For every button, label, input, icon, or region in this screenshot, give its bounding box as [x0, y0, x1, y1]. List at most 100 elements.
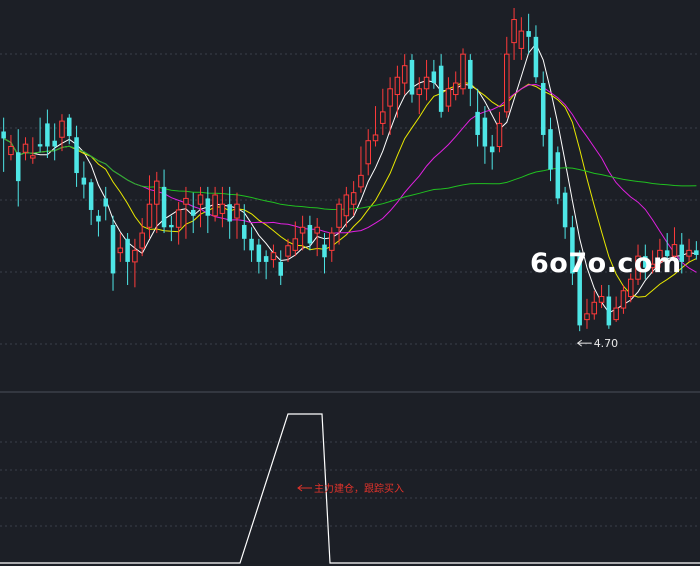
candle-body [299, 226, 306, 234]
candle-body [409, 59, 415, 95]
candle [37, 117, 43, 153]
candle-body [606, 296, 612, 326]
candle-body [270, 252, 277, 261]
candle-body [365, 140, 371, 165]
candle [52, 123, 57, 161]
candle [154, 171, 160, 234]
candle-body [154, 180, 160, 205]
candle [256, 238, 262, 274]
candle-body [423, 76, 430, 90]
candle-body [460, 53, 466, 90]
candle [190, 192, 196, 234]
candle [8, 134, 14, 161]
candle-body [242, 224, 247, 239]
candle-body [416, 88, 423, 96]
candle-body [504, 53, 510, 113]
candle-body [329, 232, 335, 251]
candle [591, 290, 598, 320]
candle [22, 137, 29, 161]
candle-body [372, 134, 379, 142]
low-annotation: 4.70 [576, 337, 619, 350]
candle-body [387, 88, 393, 107]
candle-body [183, 197, 189, 205]
candle [445, 77, 452, 112]
candle-body [533, 36, 539, 78]
candle-body [555, 152, 561, 199]
candle-body [336, 203, 342, 228]
candle-body [285, 245, 291, 257]
candle-body [45, 123, 50, 147]
candle-body [380, 111, 386, 124]
candle-body [146, 203, 153, 228]
candle-body [103, 198, 108, 207]
candle-body [438, 65, 444, 112]
ma20-line [3, 83, 697, 273]
candle-body [1, 131, 6, 139]
candle-body [598, 296, 605, 303]
candle-body [482, 117, 488, 147]
candle [468, 54, 473, 107]
candle [496, 111, 503, 153]
candle-body [197, 194, 204, 205]
candle-body [511, 19, 517, 44]
candle-body [249, 238, 254, 251]
candle-body [292, 238, 299, 251]
candle [336, 198, 342, 245]
candle [125, 233, 130, 285]
candle-body [358, 174, 364, 188]
candle [81, 161, 87, 199]
candle-body [694, 250, 699, 255]
candle [504, 36, 510, 118]
candle-body [540, 83, 546, 135]
candle-body [37, 144, 43, 147]
candle [96, 209, 101, 237]
watermark: 6o7o.com [530, 248, 682, 279]
candle [511, 8, 517, 60]
candle [694, 241, 699, 260]
candle-body [394, 76, 401, 96]
candle [1, 117, 6, 172]
candle-body [256, 244, 262, 262]
candle [489, 134, 495, 170]
indicator-panel: 主力建仓，跟踪买入 [0, 413, 700, 564]
candle [278, 250, 283, 285]
candle-body [475, 111, 480, 135]
candle-body [526, 31, 531, 37]
candle-body [205, 198, 211, 216]
candle-body [110, 224, 116, 274]
candle-body [489, 146, 495, 153]
candle-body [117, 247, 124, 254]
candle-body [584, 313, 590, 321]
candle [307, 215, 313, 251]
candle [169, 215, 174, 242]
candle [606, 284, 612, 329]
candle-body [234, 203, 240, 219]
candle-body [96, 215, 101, 222]
candle-body [52, 140, 57, 147]
candle-body [8, 145, 14, 156]
candle-body [613, 307, 619, 321]
candle [117, 233, 124, 262]
candle-body [219, 203, 226, 214]
candle [475, 88, 480, 147]
candle [372, 106, 379, 147]
candle [686, 238, 692, 262]
candle [584, 298, 590, 329]
candle-body [548, 129, 553, 170]
signal-label: 主力建仓，跟踪买入 [314, 482, 404, 495]
candle [548, 117, 553, 182]
candle [562, 186, 568, 239]
candle [161, 169, 167, 234]
candle-body [468, 59, 473, 89]
candle-body [496, 122, 503, 147]
candle [533, 25, 539, 84]
low-annotation-label: 4.70 [594, 337, 619, 350]
candle-body [562, 192, 568, 228]
candle-body [125, 238, 130, 262]
candle-body [343, 194, 350, 217]
candle-body [278, 261, 283, 276]
candle [540, 71, 546, 147]
candle-body [307, 224, 313, 244]
candle-body [686, 249, 692, 257]
candle [30, 137, 36, 164]
